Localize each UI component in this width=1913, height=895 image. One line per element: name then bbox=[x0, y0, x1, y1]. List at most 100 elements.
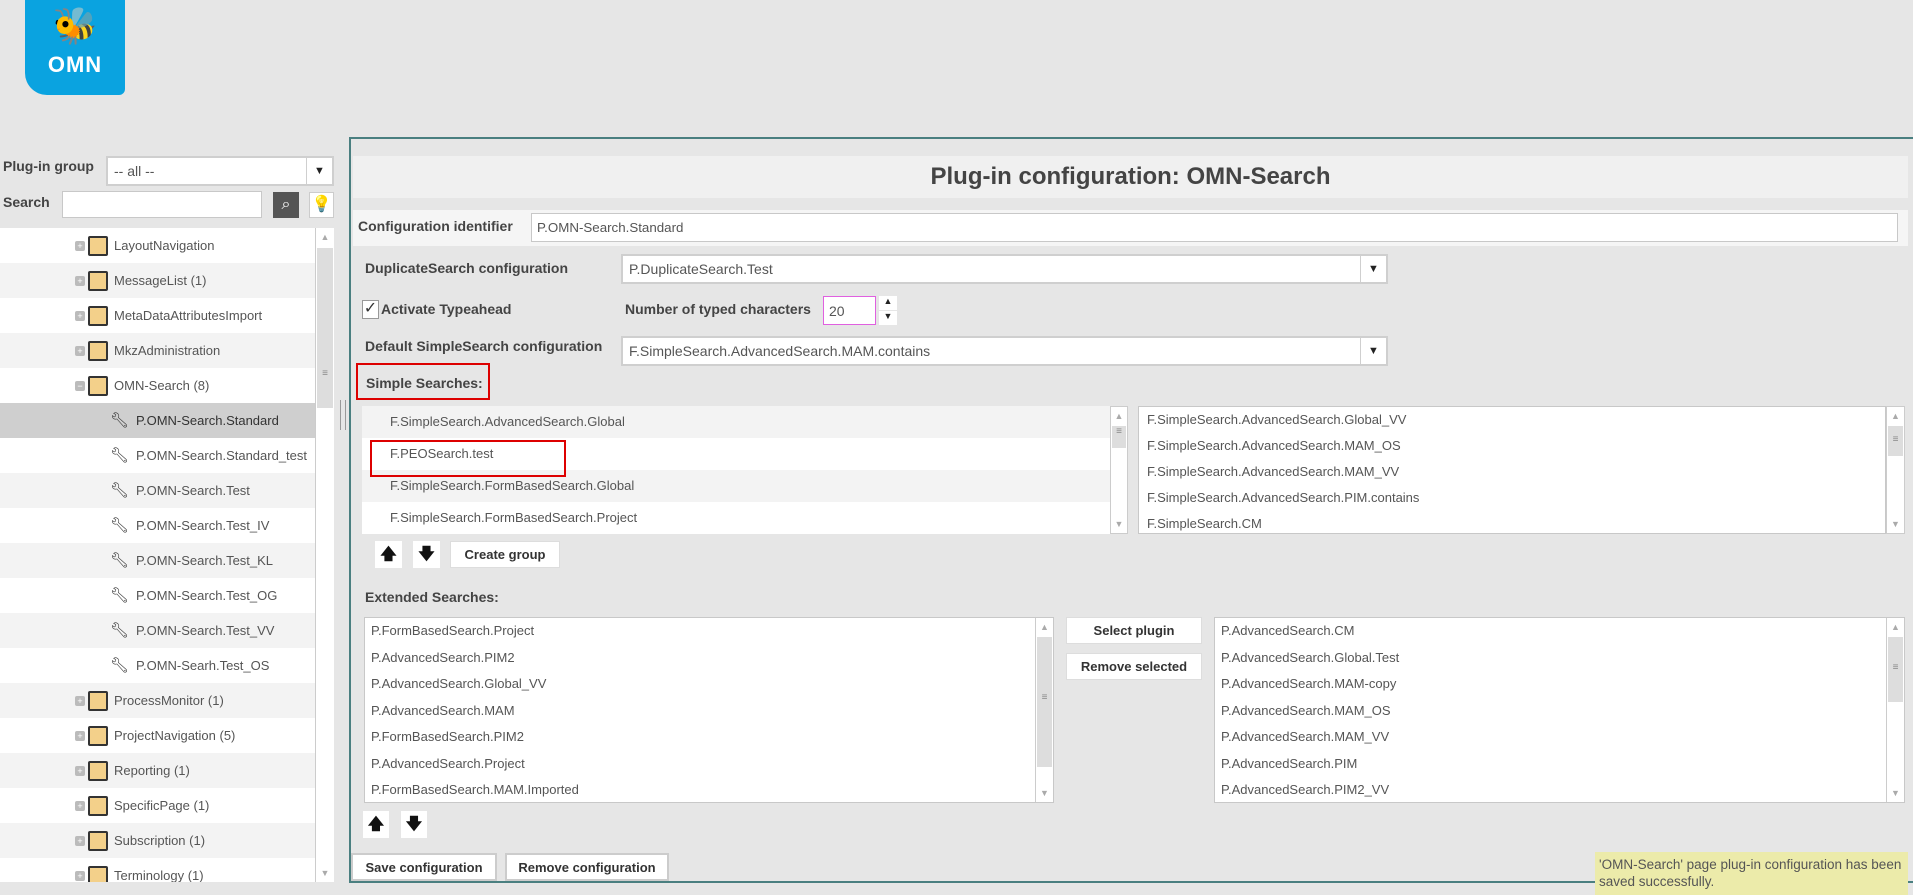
extended-selected-scrollbar[interactable]: ▲ ≡ ▼ bbox=[1035, 618, 1053, 802]
list-item[interactable]: F.SimpleSearch.AdvancedSearch.Global bbox=[362, 406, 1110, 438]
list-item[interactable]: F.SimpleSearch.AdvancedSearch.MAM_OS bbox=[1139, 433, 1885, 459]
typeahead-checkbox[interactable]: ✓ bbox=[362, 300, 379, 319]
scroll-thumb[interactable]: ≡ bbox=[1888, 426, 1903, 456]
list-item[interactable]: P.AdvancedSearch.CM bbox=[1215, 618, 1904, 645]
scroll-up-icon[interactable]: ▲ bbox=[1887, 618, 1904, 636]
default-simple-select[interactable]: F.SimpleSearch.AdvancedSearch.MAM.contai… bbox=[621, 336, 1388, 366]
list-item[interactable]: F.SimpleSearch.AdvancedSearch.Global_VV bbox=[1139, 407, 1885, 433]
list-item[interactable]: P.AdvancedSearch.MAM_OS bbox=[1215, 698, 1904, 725]
plugin-group-select[interactable]: -- all -- ▼ bbox=[106, 156, 334, 186]
scroll-up-icon[interactable]: ▲ bbox=[1111, 407, 1127, 425]
tree-group-item[interactable]: + Subscription (1) bbox=[0, 823, 334, 858]
scroll-thumb[interactable]: ≡ bbox=[1888, 637, 1903, 702]
tree-group-item[interactable]: + MkzAdministration bbox=[0, 333, 334, 368]
move-up-button[interactable]: 🡅 bbox=[363, 811, 389, 838]
move-up-button[interactable]: 🡅 bbox=[375, 541, 402, 568]
tree-config-item[interactable]: 🔧︎ P.OMN-Searh.Test_OS bbox=[0, 648, 334, 683]
simple-available-scrollbar[interactable]: ▲ ≡ ▼ bbox=[1886, 406, 1905, 534]
list-item[interactable]: P.AdvancedSearch.Project bbox=[365, 751, 1053, 778]
scroll-down-icon[interactable]: ▼ bbox=[1887, 784, 1904, 802]
scroll-down-icon[interactable]: ▼ bbox=[1036, 784, 1053, 802]
remove-selected-button[interactable]: Remove selected bbox=[1066, 653, 1202, 680]
tree-config-item[interactable]: 🔧︎ P.OMN-Search.Standard_test bbox=[0, 438, 334, 473]
simple-selected-scrollbar[interactable]: ▲ ≡ ▼ bbox=[1110, 406, 1128, 534]
move-down-button[interactable]: 🡇 bbox=[401, 811, 427, 838]
tree-item-label: ProcessMonitor (1) bbox=[114, 693, 224, 708]
tree-group-item[interactable]: − OMN-Search (8) bbox=[0, 368, 334, 403]
list-item[interactable]: P.FormBasedSearch.MAM.Imported bbox=[365, 777, 1053, 802]
tree-item-label: Subscription (1) bbox=[114, 833, 206, 848]
list-item[interactable]: P.AdvancedSearch.MAM_VV bbox=[1215, 724, 1904, 751]
spin-down-icon[interactable]: ▼ bbox=[879, 311, 897, 325]
expand-icon[interactable]: + bbox=[75, 311, 85, 321]
tree-config-item[interactable]: 🔧︎ P.OMN-Search.Test_VV bbox=[0, 613, 334, 648]
list-item[interactable]: P.AdvancedSearch.Global_VV bbox=[365, 671, 1053, 698]
duplicate-search-select[interactable]: P.DuplicateSearch.Test ▼ bbox=[621, 254, 1388, 284]
create-group-button[interactable]: Create group bbox=[450, 541, 560, 568]
extended-selected-list[interactable]: P.FormBasedSearch.Project P.AdvancedSearc… bbox=[364, 617, 1054, 803]
scroll-down-icon[interactable]: ▼ bbox=[1111, 515, 1127, 533]
scroll-up-icon[interactable]: ▲ bbox=[316, 228, 334, 246]
select-plugin-button[interactable]: Select plugin bbox=[1066, 617, 1202, 644]
tree-group-item[interactable]: + ProjectNavigation (5) bbox=[0, 718, 334, 753]
tree-group-item[interactable]: + Terminology (1) bbox=[0, 858, 334, 882]
tree-group-item[interactable]: + Reporting (1) bbox=[0, 753, 334, 788]
list-item[interactable]: P.AdvancedSearch.MAM bbox=[365, 698, 1053, 725]
expand-icon[interactable]: + bbox=[75, 731, 85, 741]
spin-up-icon[interactable]: ▲ bbox=[879, 296, 897, 310]
plugin-folder-icon bbox=[88, 726, 108, 746]
tree-config-item[interactable]: 🔧︎ P.OMN-Search.Standard bbox=[0, 403, 334, 438]
remove-configuration-button[interactable]: Remove configuration bbox=[505, 853, 669, 881]
tree-config-item[interactable]: 🔧︎ P.OMN-Search.Test_KL bbox=[0, 543, 334, 578]
scroll-thumb[interactable]: ≡ bbox=[317, 248, 333, 408]
search-button[interactable]: ⌕ bbox=[273, 192, 299, 218]
tree-group-item[interactable]: + ProcessMonitor (1) bbox=[0, 683, 334, 718]
splitter-handle[interactable] bbox=[340, 400, 346, 430]
expand-icon[interactable]: + bbox=[75, 801, 85, 811]
list-item[interactable]: F.SimpleSearch.FormBasedSearch.Project bbox=[362, 502, 1110, 534]
scroll-thumb[interactable]: ≡ bbox=[1112, 426, 1126, 448]
tree-group-item[interactable]: + MetaDataAttributesImport bbox=[0, 298, 334, 333]
move-down-button[interactable]: 🡇 bbox=[413, 541, 440, 568]
save-configuration-button[interactable]: Save configuration bbox=[351, 853, 497, 881]
list-item[interactable]: F.SimpleSearch.AdvancedSearch.MAM_VV bbox=[1139, 459, 1885, 485]
search-input[interactable] bbox=[62, 191, 262, 218]
scroll-up-icon[interactable]: ▲ bbox=[1887, 407, 1904, 425]
list-item[interactable]: F.SimpleSearch.CM bbox=[1139, 511, 1885, 533]
scroll-down-icon[interactable]: ▼ bbox=[316, 864, 334, 882]
list-item[interactable]: P.FormBasedSearch.Project bbox=[365, 618, 1053, 645]
collapse-icon[interactable]: − bbox=[75, 381, 85, 391]
expand-icon[interactable]: + bbox=[75, 871, 85, 881]
expand-icon[interactable]: + bbox=[75, 696, 85, 706]
tree-group-item[interactable]: + MessageList (1) bbox=[0, 263, 334, 298]
typed-chars-input[interactable] bbox=[823, 296, 876, 325]
scroll-up-icon[interactable]: ▲ bbox=[1036, 618, 1053, 636]
plugin-folder-icon bbox=[88, 761, 108, 781]
expand-icon[interactable]: + bbox=[75, 836, 85, 846]
tree-group-item[interactable]: + SpecificPage (1) bbox=[0, 788, 334, 823]
extended-available-scrollbar[interactable]: ▲ ≡ ▼ bbox=[1886, 618, 1904, 802]
tree-config-item[interactable]: 🔧︎ P.OMN-Search.Test bbox=[0, 473, 334, 508]
tree-item-label: P.OMN-Search.Standard bbox=[136, 413, 279, 428]
tree-group-item[interactable]: + LayoutNavigation bbox=[0, 228, 334, 263]
tree-config-item[interactable]: 🔧︎ P.OMN-Search.Test_IV bbox=[0, 508, 334, 543]
list-item[interactable]: P.AdvancedSearch.Global.Test bbox=[1215, 645, 1904, 672]
hint-button[interactable]: 💡 bbox=[309, 192, 334, 218]
list-item[interactable]: P.FormBasedSearch.PIM2 bbox=[365, 724, 1053, 751]
list-item[interactable]: F.SimpleSearch.AdvancedSearch.PIM.contai… bbox=[1139, 485, 1885, 511]
expand-icon[interactable]: + bbox=[75, 276, 85, 286]
extended-available-list[interactable]: P.AdvancedSearch.CM P.AdvancedSearch.Glob… bbox=[1214, 617, 1905, 803]
list-item[interactable]: P.AdvancedSearch.PIM2 bbox=[365, 645, 1053, 672]
scroll-thumb[interactable]: ≡ bbox=[1037, 637, 1052, 767]
expand-icon[interactable]: + bbox=[75, 241, 85, 251]
tree-config-item[interactable]: 🔧︎ P.OMN-Search.Test_OG bbox=[0, 578, 334, 613]
scroll-down-icon[interactable]: ▼ bbox=[1887, 515, 1904, 533]
simple-available-list[interactable]: F.SimpleSearch.AdvancedSearch.Global_VV F… bbox=[1138, 406, 1886, 534]
config-id-input[interactable] bbox=[531, 213, 1898, 242]
expand-icon[interactable]: + bbox=[75, 766, 85, 776]
list-item[interactable]: P.AdvancedSearch.PIM2_VV bbox=[1215, 777, 1904, 802]
expand-icon[interactable]: + bbox=[75, 346, 85, 356]
list-item[interactable]: P.AdvancedSearch.PIM bbox=[1215, 751, 1904, 778]
tree-scrollbar[interactable]: ▲ ≡ ▼ bbox=[315, 228, 334, 882]
list-item[interactable]: P.AdvancedSearch.MAM-copy bbox=[1215, 671, 1904, 698]
